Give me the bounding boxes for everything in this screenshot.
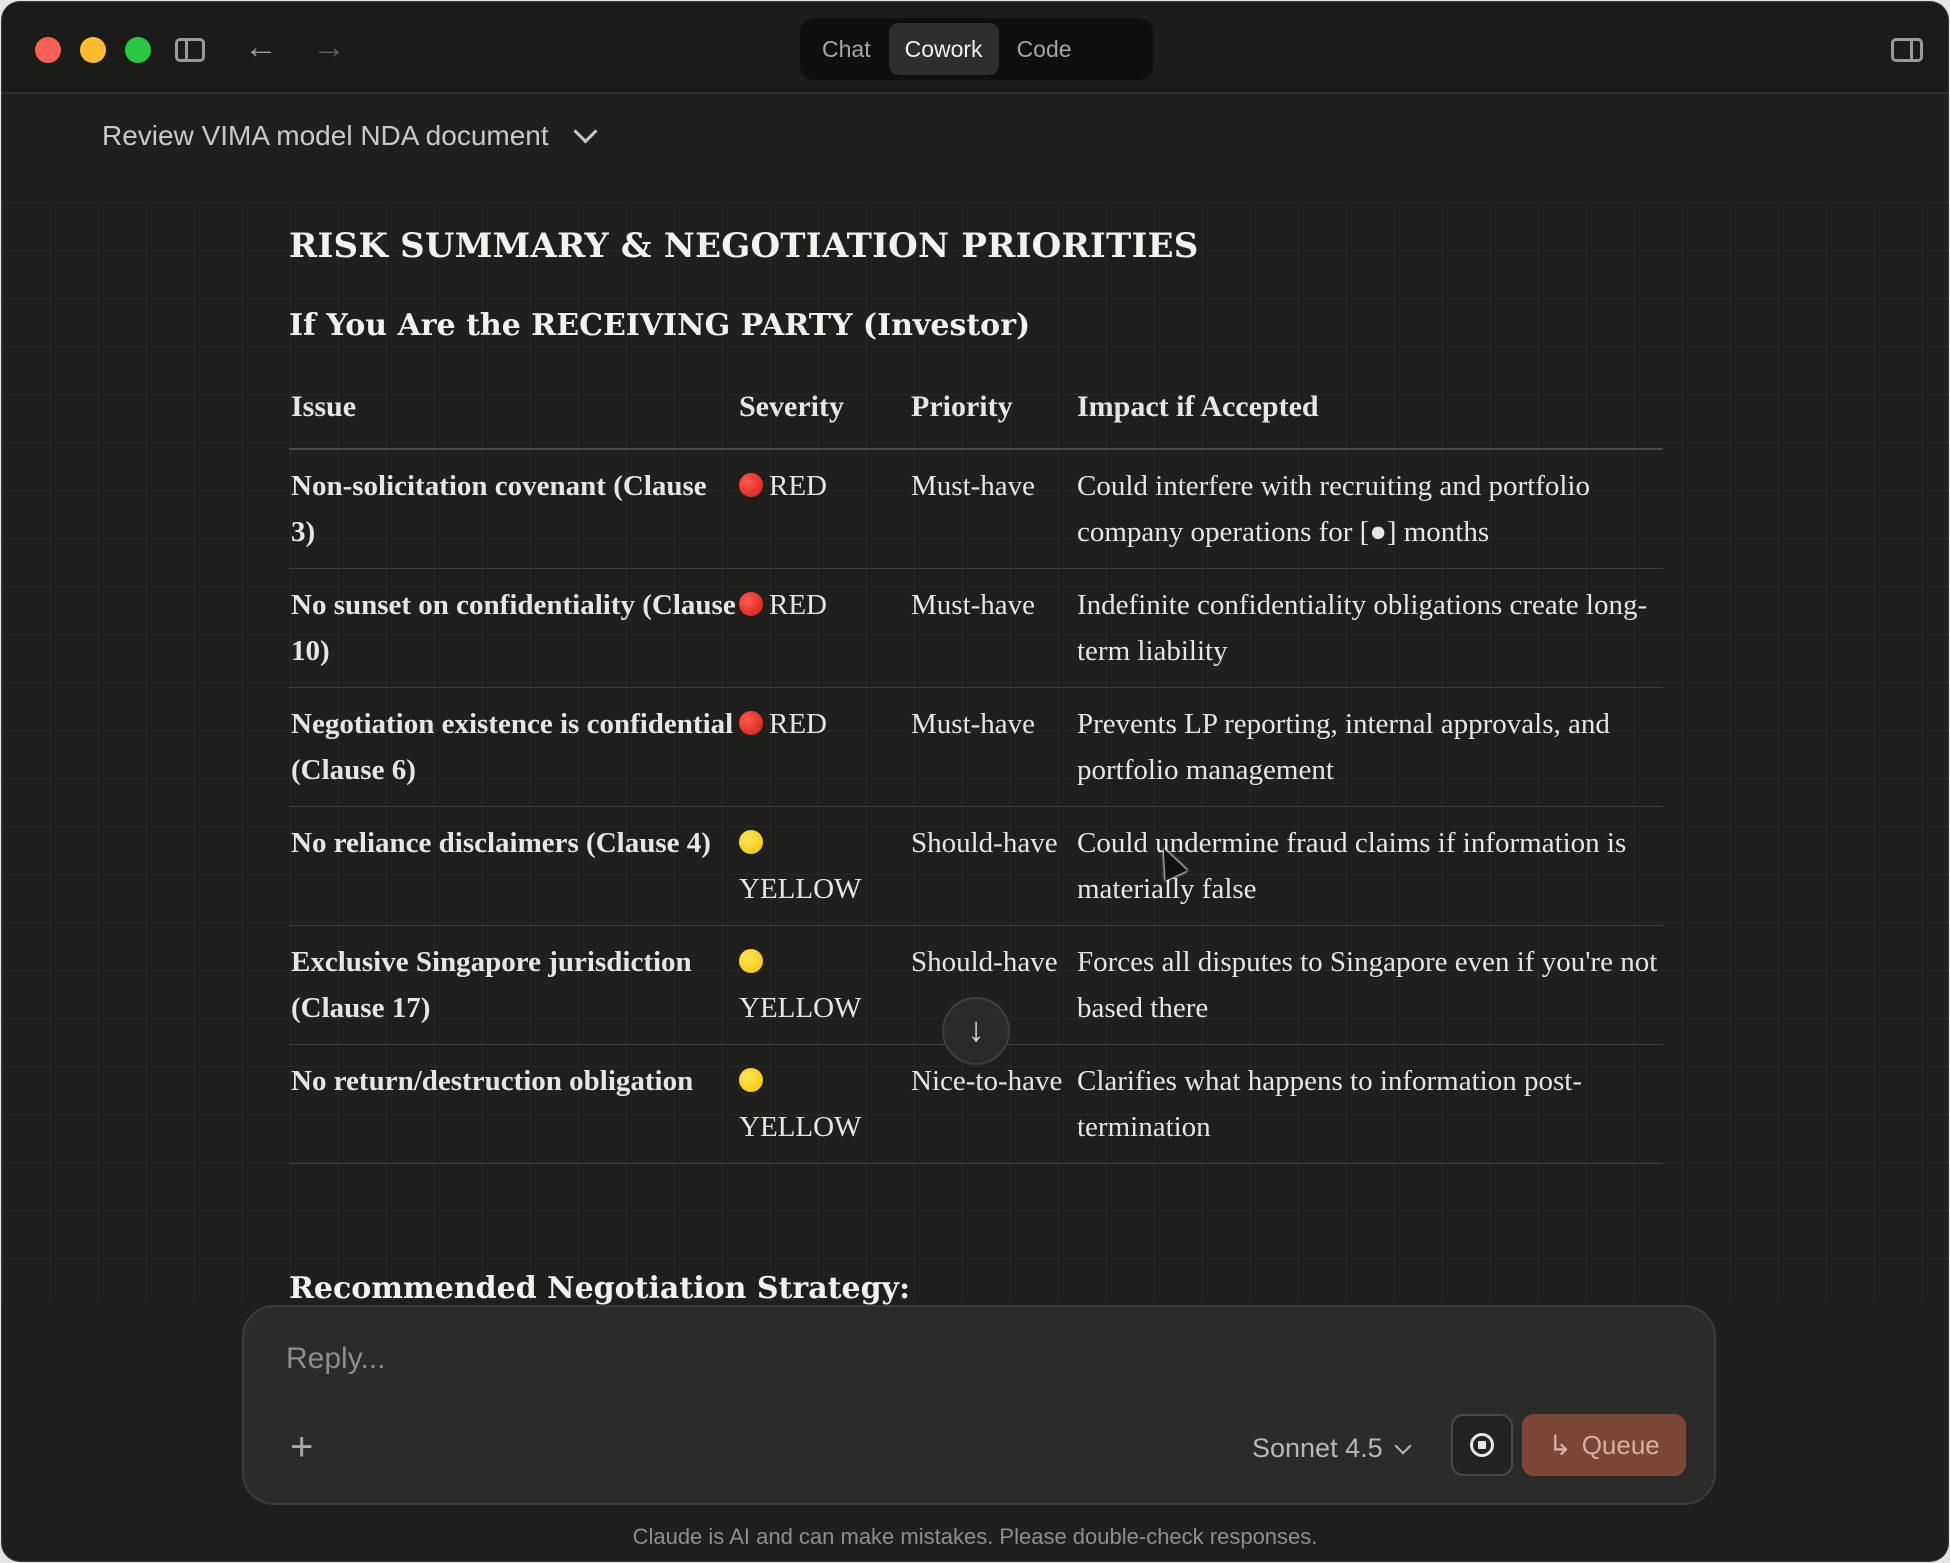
impact-cell: Prevents LP reporting, internal approval… <box>1075 687 1663 807</box>
conversation-title-menu[interactable]: Review VIMA model NDA document <box>102 118 598 152</box>
close-window-button[interactable] <box>35 37 61 63</box>
chevron-down-icon <box>573 118 598 144</box>
issue-cell: Negotiation existence is confidential (C… <box>289 687 737 807</box>
severity-label: YELLOW <box>739 992 862 1024</box>
chevron-down-icon <box>1394 1437 1412 1454</box>
strategy-heading: Recommended Negotiation Strategy: <box>289 1271 911 1306</box>
severity-label: YELLOW <box>739 1111 862 1143</box>
severity-cell: YELLOW <box>737 806 909 926</box>
red-circle-icon <box>739 473 763 497</box>
tab-chat[interactable]: Chat <box>806 23 887 75</box>
arrow-right-icon[interactable]: → <box>312 30 346 64</box>
issue-cell: Non-solicitation covenant (Clause 3) <box>289 449 737 569</box>
severity-label: YELLOW <box>739 873 862 905</box>
table-row: No sunset on confidentiality (Clause 10)… <box>289 568 1663 688</box>
red-circle-icon <box>739 592 763 616</box>
issue-cell: No return/destruction obligation <box>289 1044 737 1164</box>
conversation-title: Review VIMA model NDA document <box>102 120 549 151</box>
priority-cell: Must-have <box>909 687 1075 807</box>
plus-icon[interactable]: + <box>290 1427 313 1467</box>
column-header-severity: Severity <box>737 370 909 450</box>
zoom-window-button[interactable] <box>125 37 151 63</box>
app-window: ← → Chat Cowork Code Review VIMA model N… <box>2 2 1948 1561</box>
severity-cell: YELLOW <box>737 1044 909 1164</box>
severity-label: RED <box>769 708 827 740</box>
section-subheading: If You Are the RECEIVING PARTY (Investor… <box>289 308 1031 343</box>
severity-cell: RED <box>737 568 909 688</box>
enter-arrow-icon: ↳ <box>1548 1429 1572 1461</box>
tab-cowork[interactable]: Cowork <box>888 23 999 75</box>
issue-cell: No sunset on confidentiality (Clause 10) <box>289 568 737 688</box>
column-header-impact: Impact if Accepted <box>1075 370 1663 450</box>
severity-label: RED <box>769 470 827 502</box>
column-header-priority: Priority <box>909 370 1075 450</box>
table-row: Non-solicitation covenant (Clause 3) RED… <box>289 449 1663 569</box>
impact-cell: Forces all disputes to Singapore even if… <box>1075 925 1663 1045</box>
red-circle-icon <box>739 711 763 735</box>
issue-cell: Exclusive Singapore jurisdiction (Clause… <box>289 925 737 1045</box>
yellow-circle-icon <box>739 830 763 854</box>
scroll-to-bottom-button[interactable]: ↓ <box>942 997 1010 1065</box>
queue-label: Queue <box>1581 1429 1660 1460</box>
priority-cell: Must-have <box>909 568 1075 688</box>
sidebar-toggle-icon[interactable] <box>175 38 205 62</box>
stop-button[interactable] <box>1451 1414 1513 1476</box>
priority-cell: Should-have <box>909 806 1075 926</box>
ai-disclaimer: Claude is AI and can make mistakes. Plea… <box>632 1524 1318 1549</box>
yellow-circle-icon <box>739 1068 763 1092</box>
arrow-down-icon: ↓ <box>967 1011 985 1049</box>
priority-cell: Must-have <box>909 449 1075 569</box>
severity-cell: RED <box>737 449 909 569</box>
model-name: Sonnet 4.5 <box>1252 1433 1383 1463</box>
mode-switch: Chat Cowork Code <box>800 18 1153 80</box>
table-row: Negotiation existence is confidential (C… <box>289 687 1663 807</box>
reply-composer: + Sonnet 4.5 ↳ Queue <box>242 1305 1716 1505</box>
yellow-circle-icon <box>739 949 763 973</box>
message-content: RISK SUMMARY & NEGOTIATION PRIORITIES If… <box>2 202 1948 1306</box>
column-header-issue: Issue <box>289 370 737 450</box>
arrow-left-icon[interactable]: ← <box>244 30 278 64</box>
priority-cell: Nice-to-have <box>909 1044 1075 1164</box>
issue-cell: No reliance disclaimers (Clause 4) <box>289 806 737 926</box>
table-header-row: Issue Severity Priority Impact if Accept… <box>289 370 1663 450</box>
tab-code[interactable]: Code <box>1001 23 1088 75</box>
reply-input[interactable] <box>284 1341 1188 1377</box>
titlebar: ← → Chat Cowork Code <box>2 2 1948 94</box>
severity-label: RED <box>769 589 827 621</box>
table-row: No reliance disclaimers (Clause 4) YELLO… <box>289 806 1663 926</box>
section-heading: RISK SUMMARY & NEGOTIATION PRIORITIES <box>289 226 1199 266</box>
model-selector[interactable]: Sonnet 4.5 <box>1252 1433 1412 1464</box>
severity-cell: YELLOW <box>737 925 909 1045</box>
minimize-window-button[interactable] <box>80 37 106 63</box>
impact-cell: Clarifies what happens to information po… <box>1075 1044 1663 1164</box>
severity-cell: RED <box>737 687 909 807</box>
queue-button[interactable]: ↳ Queue <box>1522 1414 1686 1476</box>
right-panel-icon[interactable] <box>1891 38 1923 62</box>
impact-cell: Indefinite confidentiality obligations c… <box>1075 568 1663 688</box>
impact-cell: Could interfere with recruiting and port… <box>1075 449 1663 569</box>
